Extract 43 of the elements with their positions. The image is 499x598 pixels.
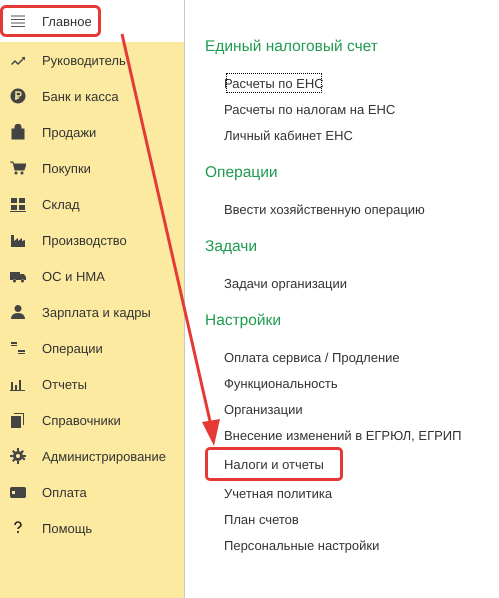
menu-link[interactable]: План счетов <box>224 506 299 532</box>
menu-link[interactable]: Внесение изменений в ЕГРЮЛ, ЕГРИП <box>224 422 462 448</box>
bag-icon <box>10 124 26 140</box>
section-heading: Единый налоговый счет <box>205 38 379 57</box>
menu-link[interactable]: Учетная политика <box>224 480 332 506</box>
ruble-icon <box>10 88 26 104</box>
section-heading: Операции <box>205 164 279 183</box>
sidebar-item[interactable]: ОС и НМА <box>0 258 184 294</box>
menu-link[interactable]: Расчеты по налогам на ЕНС <box>224 96 396 122</box>
wallet-icon <box>10 484 26 500</box>
section-heading: Настройки <box>205 312 282 331</box>
menu-link[interactable]: Оплата сервиса / Продление <box>224 344 400 370</box>
sidebar-item[interactable]: Покупки <box>0 150 184 186</box>
sidebar-item[interactable]: Администрирование <box>0 438 184 474</box>
sidebar-item[interactable]: Операции <box>0 330 184 366</box>
menu-link[interactable]: Личный кабинет ЕНС <box>224 122 353 148</box>
menu-link[interactable]: Организации <box>224 396 303 422</box>
cart-icon <box>10 160 26 176</box>
menu-link[interactable]: Ввести хозяйственную операцию <box>224 196 425 222</box>
sidebar-item[interactable]: Склад <box>0 186 184 222</box>
sidebar-item[interactable]: Продажи <box>0 114 184 150</box>
sidebar-item[interactable]: Отчеты <box>0 366 184 402</box>
section-heading: Задачи <box>205 238 258 257</box>
menu-icon <box>10 13 26 29</box>
menu-link[interactable]: Задачи организации <box>224 270 348 296</box>
gear-icon <box>10 448 26 464</box>
sidebar-item[interactable]: Помощь <box>0 510 184 546</box>
ledger-icon <box>10 340 26 356</box>
menu-link[interactable]: Персональные настройки <box>224 532 380 558</box>
sidebar-item[interactable]: Производство <box>0 222 184 258</box>
sidebar-item[interactable]: Оплата <box>0 474 184 510</box>
grid-icon <box>10 196 26 212</box>
books-icon <box>10 412 26 428</box>
person-icon <box>10 304 26 320</box>
menu-link[interactable]: Функциональность <box>224 370 338 396</box>
sidebar-item[interactable]: Главное <box>0 0 184 42</box>
sidebar-item[interactable]: Банк и касса <box>0 78 184 114</box>
sidebar-item[interactable]: Справочники <box>0 402 184 438</box>
sidebar-item[interactable]: Зарплата и кадры <box>0 294 184 330</box>
sidebar-item[interactable]: Руководитель <box>0 42 184 78</box>
menu-link[interactable]: Расчеты по ЕНС <box>223 70 325 96</box>
factory-icon <box>10 232 26 248</box>
menu-link[interactable]: Налоги и отчеты <box>205 447 343 481</box>
